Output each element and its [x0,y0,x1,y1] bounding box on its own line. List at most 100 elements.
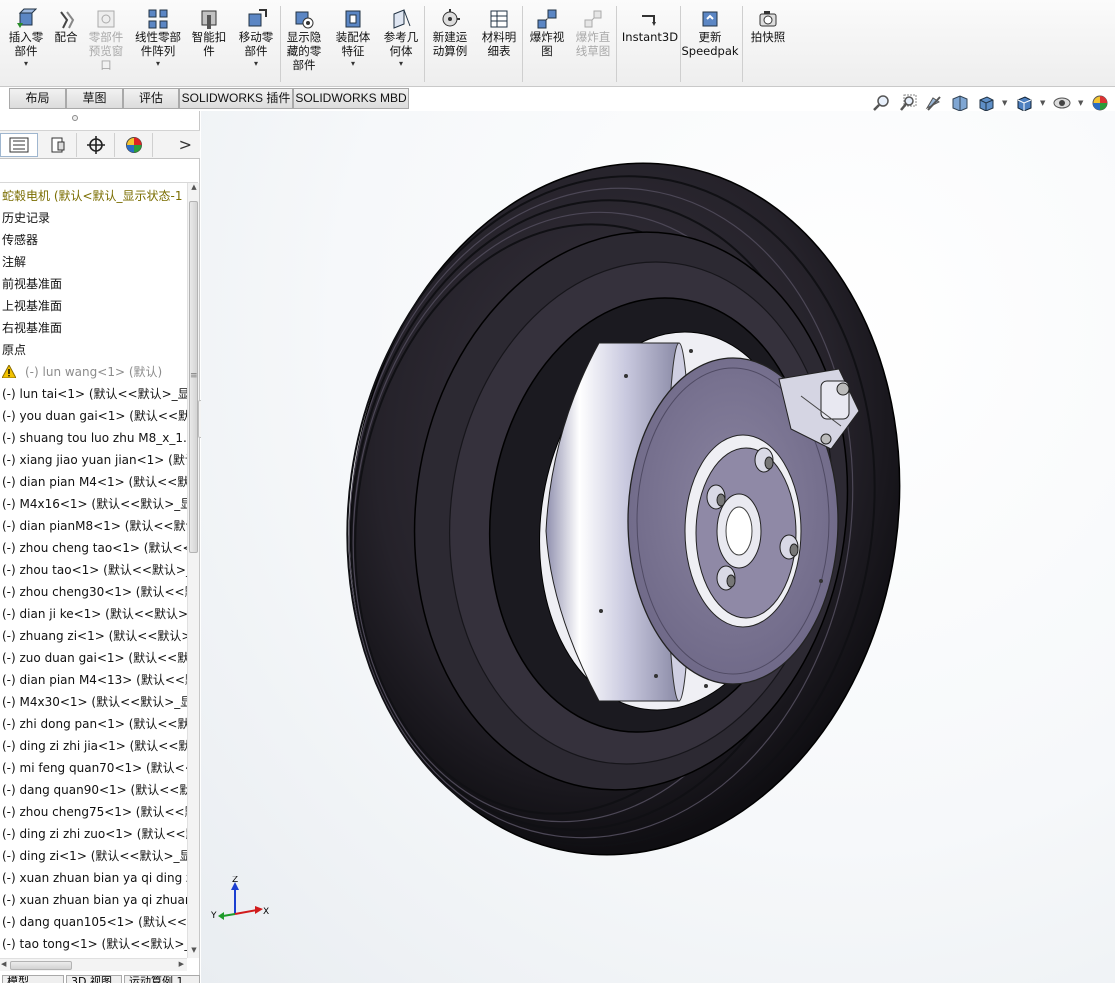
ribbon-button-label: 动算例 [432,44,468,58]
tree-item[interactable]: (-) ding zi zhi zuo<1> (默认<<默 [2,823,187,845]
tab-evaluate[interactable]: 评估 [123,88,179,109]
tab-3d-views[interactable]: 3D 视图 [66,975,122,983]
zoom-to-fit-icon[interactable] [872,93,892,113]
smart-fasteners-button[interactable]: 智能扣件 [188,8,230,82]
feature-manager-tree-icon[interactable] [0,133,38,157]
tree-item[interactable]: (-) zhi dong pan<1> (默认<<默认 [2,713,187,735]
tree-item[interactable]: (-) mi feng quan70<1> (默认<< [2,757,187,779]
tree-item[interactable]: (-) shuang tou luo zhu M8_x_1.2 [2,427,187,449]
display-manager-icon[interactable] [115,133,153,157]
tree-item[interactable]: (-) zhou cheng30<1> (默认<<默 [2,581,187,603]
chevron-down-icon[interactable]: ▼ [1002,99,1008,107]
tree-item[interactable]: (-) zuo duan gai<1> (默认<<默认 [2,647,187,669]
tree-item[interactable]: (-) dian pianM8<1> (默认<<默认 [2,515,187,537]
insert-component-button[interactable]: 插入零 部件 ▾ [4,8,48,82]
tree-item[interactable]: (-) M4x30<1> (默认<<默认>_显示 [2,691,187,713]
component-preview-button[interactable]: 零部件 预览窗口 [84,8,128,82]
tree-item[interactable]: (-) dang quan105<1> (默认<<默 [2,911,187,933]
show-hidden-button[interactable]: 显示隐 藏的零 部件 [284,8,324,82]
ribbon-button-label: 件 [203,44,215,58]
tree-item[interactable]: (-) dang quan90<1> (默认<<默 [2,779,187,801]
tree-item[interactable]: (-) lun tai<1> (默认<<默认>_显示 [2,383,187,405]
explode-line-sketch-button[interactable]: 爆炸直 线草图 [573,8,613,82]
previous-view-icon[interactable] [924,93,944,113]
tree-vertical-scrollbar[interactable]: ▲ ≡ ▼ [187,183,199,958]
tree-item[interactable]: 原点 [2,339,187,361]
scroll-left-icon[interactable]: ◀ [1,960,6,968]
triad-x-label: X [263,907,269,917]
chevron-down-icon[interactable]: ▼ [1078,99,1084,107]
new-motion-study-button[interactable]: 新建运 动算例 [428,8,472,82]
tree-item[interactable]: (-) zhou tao<1> (默认<<默认>_ [2,559,187,581]
view-orientation-icon[interactable] [976,93,996,113]
bill-of-materials-button[interactable]: 材料明 细表 [477,8,521,82]
tree-item[interactable]: 前视基准面 [2,273,187,295]
scroll-up-icon[interactable]: ▲ [189,183,199,195]
chevron-down-icon[interactable]: ▼ [1040,99,1046,107]
tree-item-label: (-) dian pianM8<1> (默认<<默认 [2,519,187,533]
tree-item[interactable]: 注解 [2,251,187,273]
tree-item-label: (-) shuang tou luo zhu M8_x_1.2 [2,431,187,445]
display-style-icon[interactable] [1014,93,1034,113]
chevron-down-icon[interactable]: ▾ [24,60,28,68]
tree-item[interactable]: (-) dian pian M4<1> (默认<<默认 [2,471,187,493]
property-manager-icon[interactable] [39,133,77,157]
reference-geometry-button[interactable]: 参考几 何体 ▾ [379,8,423,82]
chevron-right-icon[interactable]: > [179,135,192,154]
ribbon-button-label: 更新 [698,30,722,44]
hub-motor-wheel-model[interactable] [201,111,1115,983]
edit-appearance-icon[interactable] [1090,93,1110,113]
tree-item[interactable]: 历史记录 [2,207,187,229]
tab-sketch[interactable]: 草图 [66,88,123,109]
ribbon-button-label: 口 [100,58,112,72]
tree-item[interactable]: 右视基准面 [2,317,187,339]
hide-show-items-icon[interactable] [1052,93,1072,113]
tree-root-assembly[interactable]: 蛇毂电机 (默认<默认_显示状态-1 [2,185,187,207]
tree-horizontal-scrollbar[interactable]: ◀ ▶ [0,958,187,971]
chevron-down-icon[interactable]: ▾ [254,60,258,68]
tree-item[interactable]: (-) M4x16<1> (默认<<默认>_显示 [2,493,187,515]
tab-model[interactable]: 模型 [2,975,64,983]
tree-item[interactable]: (-) ding zi zhi jia<1> (默认<<默 [2,735,187,757]
tree-item[interactable]: (-) xiang jiao yuan jian<1> (默认 [2,449,187,471]
tree-item[interactable]: (-) dian pian M4<13> (默认<<默 [2,669,187,691]
tree-item[interactable]: 上视基准面 [2,295,187,317]
chevron-down-icon[interactable]: ▾ [351,60,355,68]
tab-motion-study[interactable]: 运动算例 1 [124,975,200,983]
tree-item[interactable]: (-) zhou cheng75<1> (默认<<默 [2,801,187,823]
tree-item[interactable]: 传感器 [2,229,187,251]
instant3d-button[interactable]: Instant3D [622,8,678,82]
scroll-thumb[interactable] [10,961,72,970]
tree-item[interactable]: (-) xuan zhuan bian ya qi ding z [2,867,187,889]
scroll-right-icon[interactable]: ▶ [179,960,184,968]
update-speedpak-button[interactable]: 更新 Speedpak [681,8,739,82]
tree-item[interactable]: (-) you duan gai<1> (默认<<默认 [2,405,187,427]
tree-filter-field[interactable] [0,161,198,183]
assembly-features-button[interactable]: 装配体 特征 ▾ [331,8,375,82]
mate-button[interactable]: 配合 [50,8,82,82]
tree-item[interactable]: (-) dian ji ke<1> (默认<<默认>_ [2,603,187,625]
section-view-icon[interactable] [950,93,970,113]
chevron-down-icon[interactable]: ▾ [156,60,160,68]
zoom-to-area-icon[interactable] [898,93,918,113]
graphics-area[interactable]: Z X Y [201,111,1115,983]
take-snapshot-button[interactable]: 拍快照 [748,8,788,82]
tree-item[interactable]: (-) zhou cheng tao<1> (默认<<默 [2,537,187,559]
linear-pattern-button[interactable]: 线性零部 件阵列 ▾ [132,8,184,82]
tree-item[interactable]: (-) zhuang zi<1> (默认<<默认>_ [2,625,187,647]
panel-grip[interactable] [0,111,200,130]
tab-layout[interactable]: 布局 [9,88,66,109]
tab-solidworks-mbd[interactable]: SOLIDWORKS MBD [293,88,409,109]
smart-fasteners-icon [198,8,220,30]
tree-item[interactable]: (-) ding zi<1> (默认<<默认>_显示 [2,845,187,867]
configuration-manager-icon[interactable] [77,133,115,157]
scroll-down-icon[interactable]: ▼ [189,946,199,958]
chevron-down-icon[interactable]: ▾ [399,60,403,68]
move-component-button[interactable]: 移动零 部件 ▾ [234,8,278,82]
tree-item[interactable]: (-) xuan zhuan bian ya qi zhuan [2,889,187,911]
tab-solidworks-addins[interactable]: SOLIDWORKS 插件 [179,88,293,109]
tree-item-label: (-) ding zi zhi zuo<1> (默认<<默 [2,827,187,841]
tree-item[interactable]: (-) lun wang<1> (默认) [2,361,187,383]
tree-item[interactable]: (-) tao tong<1> (默认<<默认>_ [2,933,187,955]
exploded-view-button[interactable]: 爆炸视图 [527,8,567,82]
